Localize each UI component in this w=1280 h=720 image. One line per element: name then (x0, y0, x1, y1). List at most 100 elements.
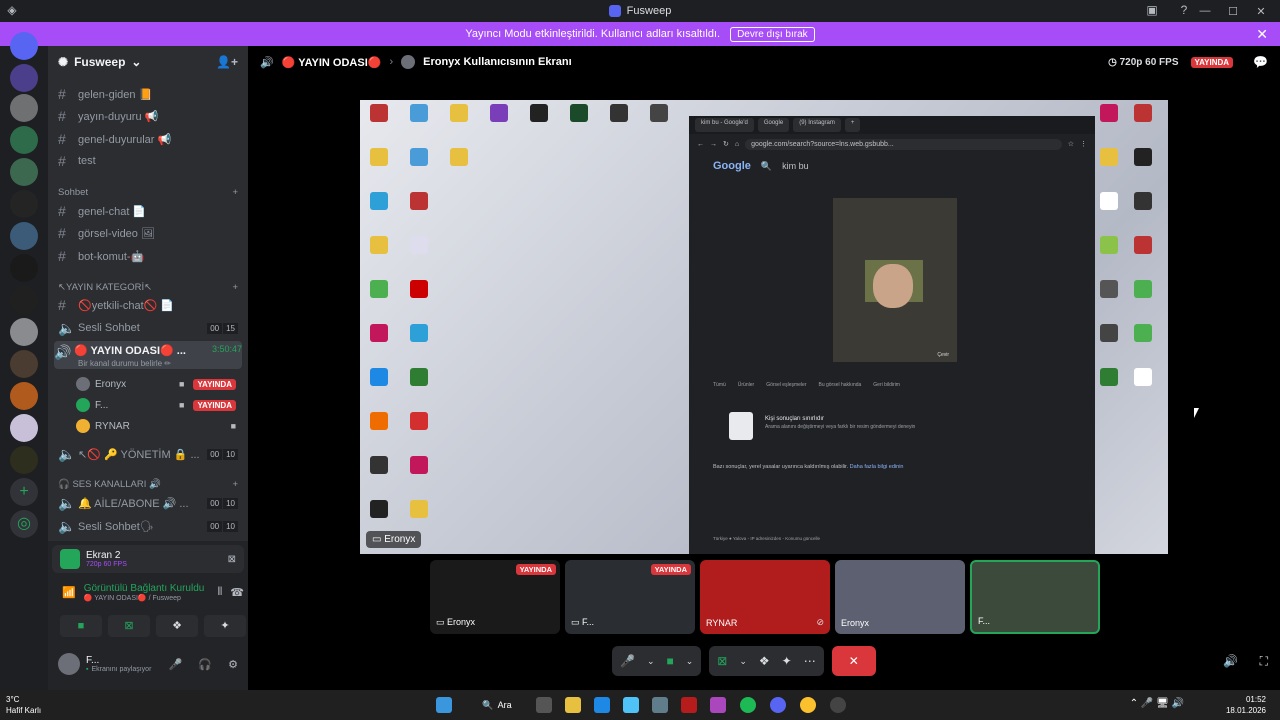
soundboard-button[interactable]: ✦ (204, 615, 246, 637)
menu-icon[interactable]: ⋮ (1080, 140, 1087, 148)
participant-tile[interactable]: YAYINDA ▭ Eronyx (430, 560, 560, 634)
screen-share-button[interactable]: ⊠ (108, 615, 150, 637)
disconnect-button[interactable]: ✕ (831, 646, 876, 676)
server-icon[interactable] (10, 350, 38, 378)
chevron-down-icon[interactable]: ⌄ (739, 656, 747, 667)
legal-link[interactable]: Daha fazla bilgi edinin (850, 464, 904, 470)
more-icon[interactable]: ⋯ (804, 654, 816, 668)
server-icon[interactable] (10, 64, 38, 92)
close-banner-icon[interactable]: ✕ (1256, 26, 1268, 43)
help-icon[interactable]: ? (1176, 3, 1192, 19)
chrome-icon[interactable] (800, 697, 816, 713)
participant-tile[interactable]: Eronyx (835, 560, 965, 634)
channel-yayin-duyuru[interactable]: # yayın-duyuru 📢 (58, 106, 238, 126)
gear-icon[interactable]: ⚙ (228, 658, 238, 671)
channel-test[interactable]: # test (58, 151, 238, 171)
server-icon[interactable] (10, 318, 38, 346)
invite-icon[interactable]: 👤+ (216, 55, 238, 69)
file-explorer-icon[interactable] (565, 697, 581, 713)
browser-window[interactable]: kim bu - Google'd Google (9) Instagram +… (689, 116, 1095, 554)
channel-yetkili-chat[interactable]: # 🚫yetkili-chat🚫 📄 (58, 295, 238, 315)
headphones-icon[interactable]: 🎧 (198, 658, 212, 671)
forward-icon[interactable]: → (710, 141, 717, 148)
category-sohbet[interactable]: Sohbet + (58, 187, 238, 198)
spotify-icon[interactable] (740, 697, 756, 713)
share-control[interactable]: ⊠ ⌄ ❖ ✦ ⋯ (709, 646, 824, 676)
search-query[interactable]: kim bu (782, 161, 809, 171)
fullscreen-icon[interactable]: ⛶ (1260, 654, 1268, 669)
minimize-button[interactable]: — (1192, 5, 1218, 17)
channel-gelen-giden[interactable]: # gelen-giden 📙 (58, 84, 238, 104)
disconnect-icon[interactable]: ☎ (230, 586, 244, 599)
app-icon[interactable] (652, 697, 668, 713)
participant-tile[interactable]: F... (970, 560, 1100, 634)
screen-share-preview[interactable]: Ekran 2 720p 60 FPS ⊠ (52, 545, 244, 573)
home-icon[interactable]: ⌂ (735, 141, 739, 148)
netflix-icon[interactable] (681, 697, 697, 713)
server-icon[interactable] (10, 222, 38, 250)
add-server-icon[interactable]: + (10, 478, 38, 506)
task-view-icon[interactable] (536, 697, 552, 713)
disable-streamer-mode-button[interactable]: Devre dışı bırak (730, 26, 815, 42)
result-tab[interactable]: Ürünler (738, 382, 754, 388)
back-icon[interactable]: ← (697, 141, 704, 148)
chevron-down-icon[interactable]: ⌄ (686, 656, 694, 667)
discord-icon[interactable] (770, 697, 786, 713)
server-icon[interactable] (10, 382, 38, 410)
voice-user[interactable]: Eronyx ■ YAYINDA (76, 374, 236, 394)
server-header[interactable]: ✺ Fusweep ⌄ 👤+ (48, 46, 248, 78)
browser-tab[interactable]: Google (757, 118, 790, 132)
category-ses[interactable]: 🎧 SES KANALLARI 🔊 + (58, 479, 238, 490)
server-icon[interactable] (10, 446, 38, 474)
browser-tab[interactable]: kim bu - Google'd (695, 118, 754, 132)
participant-tile[interactable]: YAYINDA ▭ F... (565, 560, 695, 634)
start-icon[interactable] (436, 697, 452, 713)
voice-channel-sesli-sohbet-2[interactable]: 🔈 Sesli Sohbet🗣 00 10 (58, 516, 238, 536)
obs-icon[interactable] (830, 697, 846, 713)
soundboard-icon[interactable]: ✦ (782, 654, 792, 668)
result-tab[interactable]: Bu görsel hakkında (818, 382, 861, 388)
stop-share-icon[interactable]: ⊠ (228, 554, 236, 565)
store-icon[interactable] (623, 697, 639, 713)
result-tab[interactable]: Geri bildirim (873, 382, 900, 388)
camera-button[interactable]: ■ (60, 615, 102, 637)
voice-user[interactable]: F... ■ YAYINDA (76, 395, 236, 415)
star-icon[interactable]: ☆ (1068, 140, 1074, 148)
channel-genel-chat[interactable]: # genel-chat 📄 (58, 201, 238, 221)
microphone-icon[interactable]: 🎤 (620, 654, 635, 668)
voice-channel-sesli-sohbet[interactable]: 🔈 Sesli Sohbet 00 15 (58, 318, 238, 338)
taskbar-search[interactable]: 🔍 Ara (470, 696, 524, 714)
server-icon[interactable] (10, 94, 38, 122)
channel-bot-komut[interactable]: # bot-komut-🤖 (58, 246, 238, 266)
weather-widget[interactable]: 3°C Hafif Karlı (6, 694, 41, 716)
direct-messages-icon[interactable] (10, 32, 38, 60)
video-camera-icon[interactable]: ■ (667, 654, 674, 668)
channel-gorsel-video[interactable]: # görsel-video 🖼 (58, 223, 238, 243)
tray-icons[interactable]: ⌃ 🎤 🖥 🔊 (1130, 698, 1184, 709)
chat-icon[interactable]: 💬 (1253, 55, 1268, 69)
voice-user[interactable]: RYNAR ■ (76, 416, 236, 436)
reload-icon[interactable]: ↻ (723, 140, 729, 148)
channel-name[interactable]: 🔴 YAYIN ODASI🔴 (282, 56, 382, 69)
maximize-button[interactable]: ☐ (1220, 5, 1246, 18)
voice-channel-aile-abone[interactable]: 🔈 🔔 AİLE/ABONE 🔊 ... 00 10 (58, 493, 238, 513)
activities-button[interactable]: ❖ (156, 615, 198, 637)
browser-tab[interactable]: (9) Instagram (793, 118, 841, 132)
add-channel-icon[interactable]: + (232, 187, 238, 198)
inbox-icon[interactable]: ▣ (1144, 3, 1160, 19)
noise-suppression-icon[interactable]: ⦀ (217, 586, 222, 599)
system-clock[interactable]: 01:52 18.01.2026 (1226, 694, 1266, 716)
voice-channel-yonetim[interactable]: 🔈 ↖🚫 🔑 YÖNETİM 🔒 ... 00 10 (58, 444, 238, 464)
add-channel-icon[interactable]: + (232, 282, 238, 293)
add-channel-icon[interactable]: + (232, 479, 238, 490)
microphone-icon[interactable]: 🎤 (169, 658, 183, 671)
server-icon[interactable] (10, 126, 38, 154)
volume-icon[interactable]: 🔊 (1223, 654, 1238, 668)
channel-genel-duyurular[interactable]: # genel-duyurular 📢 (58, 129, 238, 149)
shared-screen[interactable]: kim bu - Google'd Google (9) Instagram +… (360, 100, 1168, 554)
result-tab[interactable]: Tümü (713, 382, 726, 388)
edge-icon[interactable] (594, 697, 610, 713)
server-icon[interactable] (10, 158, 38, 186)
server-icon[interactable] (10, 254, 38, 282)
address-bar[interactable]: google.com/search?source=lns.web.gsbubb.… (745, 138, 1062, 150)
